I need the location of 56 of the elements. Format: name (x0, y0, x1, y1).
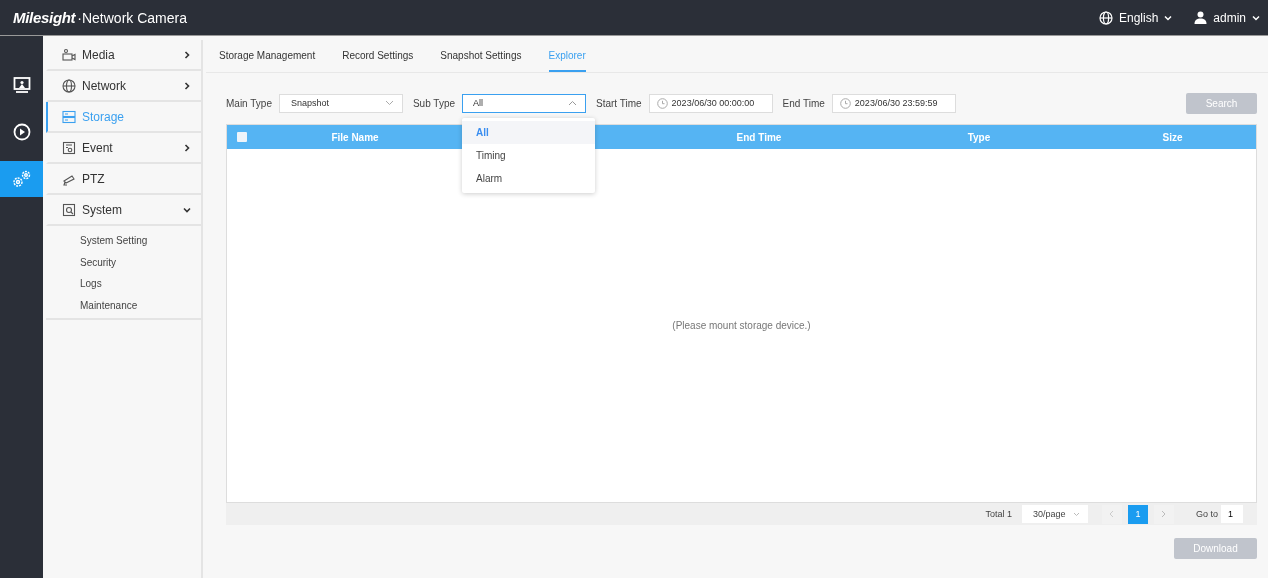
monitor-icon (12, 76, 31, 94)
product-title: ·Network Camera (77, 10, 187, 26)
sub-type-select[interactable]: All (462, 93, 587, 113)
end-time-field[interactable]: 2023/06/30 23:59:59 (831, 93, 956, 113)
select-all-checkbox[interactable] (237, 132, 247, 142)
network-icon (62, 78, 76, 93)
settings-nav-button[interactable] (0, 161, 43, 197)
chevron-down-icon (384, 100, 394, 106)
globe-icon (1098, 10, 1113, 25)
user-icon (1194, 11, 1208, 24)
empty-message: (Please mount storage device.) (672, 320, 811, 331)
gears-icon (11, 169, 32, 189)
go-to-field[interactable]: 1 (1221, 505, 1243, 523)
tab[interactable]: Storage Management (219, 40, 316, 72)
clock-icon (656, 97, 668, 109)
menu-item[interactable]: Event (46, 133, 201, 164)
dropdown-option[interactable]: Timing (462, 143, 596, 167)
submenu-item[interactable]: Security (46, 251, 201, 273)
submenu-item[interactable]: Maintenance (46, 294, 201, 316)
tab[interactable]: Snapshot Settings (440, 40, 522, 72)
start-time-field[interactable]: 2023/06/30 00:00:00 (648, 93, 773, 113)
menu-item[interactable]: Network (46, 71, 201, 102)
chevron-icon (568, 100, 578, 106)
chevron-right-icon (1161, 510, 1167, 518)
total-count: Total 1 (985, 509, 1012, 519)
menu-item[interactable]: System (46, 195, 201, 226)
logo: Milesight (13, 9, 76, 26)
play-icon (12, 123, 31, 141)
column-header: Type (967, 131, 991, 143)
submenu-item[interactable]: Logs (46, 273, 201, 295)
column-header: End Time (736, 131, 782, 143)
user-menu[interactable]: admin (1194, 10, 1260, 25)
event-icon (62, 140, 76, 155)
column-header: Size (1162, 131, 1183, 143)
column-header: File Name (331, 131, 379, 143)
caret-icon (1252, 14, 1260, 21)
system-icon (62, 202, 76, 217)
menu-item[interactable]: Media (46, 40, 201, 71)
caret-icon (1164, 14, 1173, 21)
tab[interactable]: Record Settings (342, 40, 414, 72)
field-label: End Time (782, 97, 825, 109)
storage-icon (62, 109, 76, 124)
dropdown-option[interactable]: Alarm (462, 166, 596, 190)
field-label: Main Type (226, 97, 272, 109)
field-label: Start Time (596, 97, 642, 109)
submenu-item[interactable]: System Setting (46, 230, 201, 252)
media-icon (62, 47, 76, 62)
go-to-label: Go to (1196, 509, 1218, 519)
menu-item[interactable]: PTZ (46, 164, 201, 195)
chevron-left-icon (1109, 510, 1115, 518)
language-menu[interactable]: English (1098, 10, 1173, 25)
main-type-select[interactable]: Snapshot (278, 93, 403, 113)
clock-icon (839, 97, 851, 109)
field-label: Sub Type (412, 97, 456, 109)
chevron-down-icon (1073, 511, 1080, 517)
page-size-select[interactable]: 30/page (1022, 505, 1088, 523)
